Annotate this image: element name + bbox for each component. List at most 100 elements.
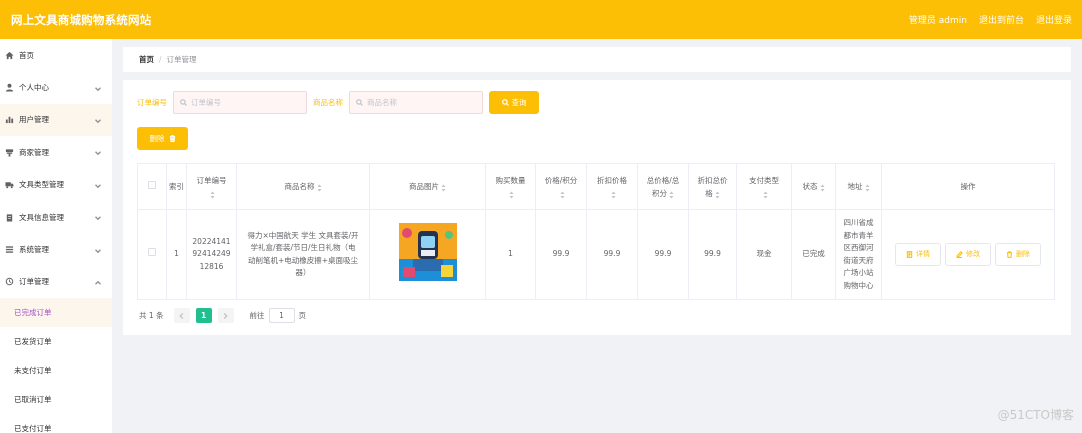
site-title: 网上文具商城购物系统网站 <box>11 12 152 27</box>
sidebar-item-label: 商家管理 <box>19 147 49 157</box>
sidebar-subitem-cancelled-orders[interactable]: 已取消订单 <box>0 385 112 414</box>
sidebar-item-merchant-management[interactable]: 商家管理 <box>0 136 112 168</box>
col-price[interactable]: 价格/积分 <box>535 163 587 210</box>
chevron-down-icon <box>95 85 101 91</box>
pagination-total: 共 1 条 <box>139 311 164 320</box>
sort-icon[interactable] <box>865 183 870 192</box>
cell-address: 四川省成 都市青羊 区西御河 街道天府 广场小站 购物中心 <box>835 209 882 300</box>
breadcrumb-home[interactable]: 首页 <box>139 54 154 65</box>
order-number-input[interactable] <box>191 98 301 107</box>
sort-icon[interactable] <box>669 190 674 198</box>
sidebar-item-label: 订单管理 <box>19 277 49 287</box>
detail-button[interactable]: 详情 <box>895 243 941 266</box>
person-icon <box>5 83 14 92</box>
search-form: 订单编号 商品名称 查询 <box>137 91 539 114</box>
col-order-number[interactable]: 订单编号 <box>186 163 237 210</box>
goto-page: 前往 页 <box>250 308 306 323</box>
sidebar-subitem-completed-orders[interactable]: 已完成订单 <box>0 298 112 328</box>
clock-icon <box>5 277 14 286</box>
sort-icon[interactable] <box>210 190 215 198</box>
sidebar-subitem-shipped-orders[interactable]: 已发货订单 <box>0 327 112 356</box>
goto-page-input[interactable] <box>268 308 295 323</box>
sidebar-item-label: 用户管理 <box>19 115 49 125</box>
sort-icon[interactable] <box>763 190 768 198</box>
delete-button[interactable]: 删除 <box>995 243 1041 266</box>
sort-icon[interactable] <box>715 190 720 198</box>
cell-discount-total: 99.9 <box>688 209 737 300</box>
chevron-left-icon <box>179 312 184 319</box>
top-header: 网上文具商城购物系统网站 管理员 admin 退出到前台 退出登录 <box>0 0 1082 39</box>
sidebar-subitem-unpaid-orders[interactable]: 未支付订单 <box>0 356 112 385</box>
breadcrumb-current: 订单管理 <box>166 55 197 64</box>
col-discount-price[interactable]: 折扣价格 <box>586 163 638 210</box>
search-button-label: 查询 <box>511 98 527 107</box>
chevron-right-icon <box>223 312 228 319</box>
search-icon <box>356 99 363 106</box>
chevron-down-icon <box>95 214 101 221</box>
col-product-name[interactable]: 商品名称 <box>236 163 370 210</box>
sidebar-item-label: 个人中心 <box>19 83 49 93</box>
select-all-checkbox[interactable] <box>148 181 156 189</box>
list-icon <box>5 245 14 254</box>
prev-page-button[interactable] <box>173 308 190 323</box>
sort-icon[interactable] <box>611 190 616 198</box>
col-discount-total[interactable]: 折扣总价格 <box>688 163 737 210</box>
col-status[interactable]: 状态 <box>791 163 836 210</box>
col-quantity[interactable]: 购买数量 <box>485 163 536 210</box>
sidebar-menu: 首页 个人中心 用户管理 商家管理 文具类型管理 文具信息管理 系统管理 订单管… <box>0 39 112 433</box>
col-total[interactable]: 总价格/总 积分 <box>637 163 689 210</box>
product-name-input[interactable] <box>367 98 477 107</box>
current-user[interactable]: 管理员 admin <box>909 13 967 26</box>
product-image[interactable] <box>398 223 457 282</box>
sidebar-item-system-management[interactable]: 系统管理 <box>0 233 112 265</box>
sidebar-item-order-management[interactable]: 订单管理 <box>0 266 112 298</box>
col-index: 索引 <box>166 163 187 210</box>
select-all-cell <box>137 163 167 210</box>
back-to-front-link[interactable]: 退出到前台 <box>979 13 1024 26</box>
orders-table: 索引 订单编号 商品名称 商品图片 购买数量 价格/积分 折扣价格 总价格/总积… <box>137 163 1055 300</box>
breadcrumb-separator: / <box>159 55 162 64</box>
truck-icon <box>5 180 14 189</box>
order-number-field[interactable] <box>173 91 307 114</box>
sort-icon[interactable] <box>441 183 446 192</box>
chevron-down-icon <box>95 117 101 124</box>
cell-index: 1 <box>166 209 187 300</box>
chevron-up-icon <box>95 279 101 285</box>
sidebar-item-stationery-info-management[interactable]: 文具信息管理 <box>0 201 112 233</box>
cell-total: 99.9 <box>637 209 689 300</box>
search-button[interactable]: 查询 <box>489 91 539 114</box>
sidebar-subitem-paid-orders[interactable]: 已支付订单 <box>0 414 112 433</box>
order-number-label: 订单编号 <box>137 98 167 107</box>
logout-link[interactable]: 退出登录 <box>1036 13 1072 26</box>
sort-icon[interactable] <box>509 190 514 198</box>
cell-price: 99.9 <box>535 209 587 300</box>
sort-icon[interactable] <box>560 190 565 198</box>
row-checkbox[interactable] <box>148 248 156 257</box>
delete-button-label: 删除 <box>149 134 165 143</box>
col-product-image[interactable]: 商品图片 <box>369 163 486 210</box>
edit-button[interactable]: 修改 <box>945 243 991 266</box>
sidebar-item-label: 首页 <box>19 50 34 60</box>
search-icon <box>180 99 187 106</box>
sidebar-item-user-management[interactable]: 用户管理 <box>0 103 112 137</box>
product-name-field[interactable] <box>349 91 483 114</box>
home-icon <box>5 51 14 60</box>
next-page-button[interactable] <box>217 308 234 323</box>
col-payment-type[interactable]: 支付类型 <box>736 163 792 210</box>
sort-icon[interactable] <box>317 183 322 192</box>
sidebar-item-personal-center[interactable]: 个人中心 <box>0 71 112 103</box>
chevron-down-icon <box>95 149 101 156</box>
table-row: 1 20224141 92414249 12816 得力×中国航天 学生 文具套… <box>137 209 1055 300</box>
sort-icon[interactable] <box>820 183 825 192</box>
clipboard-icon <box>5 213 14 222</box>
trash-icon <box>169 135 175 142</box>
pagination: 共 1 条 1 前往 页 <box>139 308 306 323</box>
col-address[interactable]: 地址 <box>835 163 882 210</box>
sidebar-item-stationery-type-management[interactable]: 文具类型管理 <box>0 169 112 201</box>
sidebar-item-home[interactable]: 首页 <box>0 39 112 71</box>
chevron-down-icon <box>95 182 101 189</box>
cell-quantity: 1 <box>485 209 536 300</box>
header-actions: 管理员 admin 退出到前台 退出登录 <box>909 13 1072 26</box>
page-number-current[interactable]: 1 <box>195 308 212 323</box>
batch-delete-button[interactable]: 删除 <box>137 127 188 150</box>
